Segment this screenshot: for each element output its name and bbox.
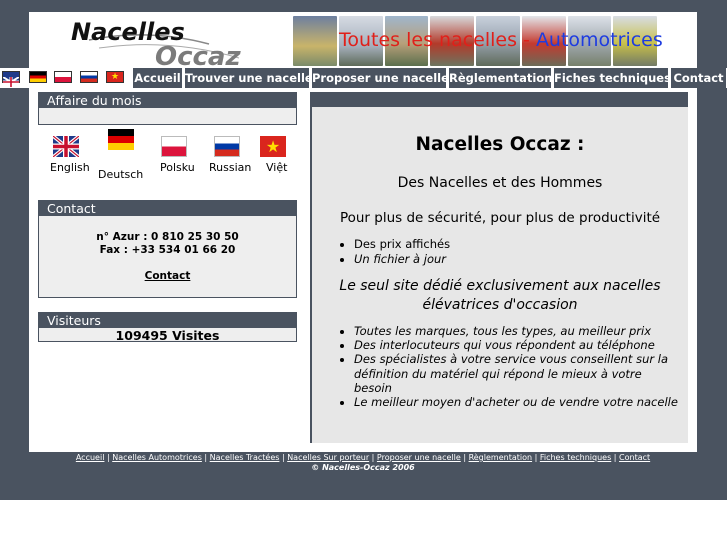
list-item-text: Des spécialistes à votre service vous co…: [354, 352, 668, 395]
main-content: Nacelles Occaz : Des Nacelles et des Hom…: [310, 107, 688, 443]
affaire-du-mois-title: Affaire du mois: [39, 93, 296, 108]
banner-tagline-part1: Toutes les nacelles -: [339, 29, 536, 51]
footer-separator: |: [201, 453, 210, 462]
language-english-label[interactable]: English: [50, 161, 90, 174]
list-item-text: Des interlocuteurs qui vous répondent au…: [354, 338, 655, 353]
affaire-du-mois-box: Affaire du mois: [38, 92, 297, 125]
footer-separator: |: [460, 453, 469, 462]
footer-link-tractees[interactable]: Nacelles Tractées: [210, 453, 280, 462]
list-item: Des spécialistes à votre service vous co…: [354, 352, 680, 395]
main-tagline: Pour plus de sécurité, pour plus de prod…: [339, 210, 661, 226]
nav-fiches-techniques[interactable]: Fiches techniques: [554, 68, 671, 88]
footer-link-fiches[interactable]: Fiches techniques: [540, 453, 611, 462]
flag-uk-icon[interactable]: [51, 134, 81, 159]
list-item: Des interlocuteurs qui vous répondent au…: [354, 338, 680, 352]
main-highlight: Le seul site dédié exclusivement aux nac…: [339, 278, 661, 313]
footer-link-reglementation[interactable]: Règlementation: [469, 453, 533, 462]
list-item-text: Un fichier à jour: [354, 252, 447, 266]
banner-tagline-part2: Automotrices: [535, 29, 663, 51]
visitors-box: Visiteurs 109495 Visites: [38, 312, 297, 343]
nav-trouver-nacelle[interactable]: Trouver une nacelle: [185, 68, 313, 88]
language-deutsch-label[interactable]: Deutsch: [98, 168, 143, 181]
list-item-text: Des prix affichés: [354, 237, 451, 251]
flag-russia-icon[interactable]: [80, 71, 98, 83]
flag-russia-icon[interactable]: [214, 136, 240, 157]
footer-link-contact[interactable]: Contact: [619, 453, 650, 462]
language-viet-label[interactable]: Việt: [266, 161, 287, 174]
flag-germany-icon[interactable]: [29, 71, 47, 83]
features-list-2: Toutes les marques, tous les types, au m…: [354, 324, 680, 409]
visitors-count: 109495 Visites: [115, 328, 220, 343]
list-item-text: Toutes les marques, tous les types, au m…: [354, 324, 652, 338]
flag-poland-icon[interactable]: [161, 136, 187, 157]
flag-poland-icon[interactable]: [54, 71, 72, 83]
footer-link-proposer[interactable]: Proposer une nacelle: [377, 453, 461, 462]
features-list-1: Des prix affichés Un fichier à jour: [354, 237, 674, 267]
contact-link[interactable]: Contact: [145, 270, 191, 282]
list-item: Toutes les marques, tous les types, au m…: [354, 324, 680, 338]
banner-tagline: Toutes les nacelles - Automotrices: [339, 29, 663, 51]
nav-reglementation[interactable]: Règlementation: [449, 68, 552, 88]
flag-germany-icon[interactable]: [108, 129, 134, 150]
list-item: Un fichier à jour: [354, 252, 674, 267]
flag-vietnam-icon[interactable]: ★: [106, 71, 124, 83]
nav-proposer-nacelle[interactable]: Proposer une nacelle: [312, 68, 449, 88]
flag-uk-icon[interactable]: [2, 71, 20, 88]
footer-separator: |: [532, 453, 540, 462]
list-item: Des prix affichés: [354, 237, 674, 252]
flag-uk-big-svg: [51, 134, 81, 159]
site-logo[interactable]: Nacelles Occaz: [69, 18, 259, 72]
flag-uk-svg: [2, 76, 20, 88]
nav-accueil[interactable]: Accueil: [133, 68, 182, 88]
flag-vietnam-icon[interactable]: ★: [260, 136, 286, 157]
contact-fax-number: Fax : +33 534 01 66 20: [99, 244, 236, 256]
nav-contact[interactable]: Contact: [671, 68, 726, 88]
list-item-text: Le meilleur moyen d'acheter ou de vendre…: [354, 395, 678, 410]
footer-link-automotrices[interactable]: Nacelles Automotrices: [112, 453, 202, 462]
footer-separator: |: [369, 453, 377, 462]
main-subheading: Des Nacelles et des Hommes: [397, 175, 603, 191]
footer-separator: |: [611, 453, 620, 462]
footer-link-sur-porteur[interactable]: Nacelles Sur porteur: [287, 453, 369, 462]
main-header-bar: [310, 92, 688, 107]
visitors-title: Visiteurs: [39, 313, 296, 328]
footer-links: Accueil | Nacelles Automotrices | Nacell…: [29, 453, 697, 462]
contact-link-wrap: Contact: [39, 270, 296, 282]
language-russian-label[interactable]: Russian: [209, 161, 251, 174]
footer-copyright: © Nacelles-Occaz 2006: [311, 463, 415, 472]
footer-link-accueil[interactable]: Accueil: [76, 453, 105, 462]
top-navigation: ★ Accueil Trouver une nacelle Proposer u…: [0, 68, 727, 88]
language-polsku-label[interactable]: Polsku: [160, 161, 195, 174]
list-item: Le meilleur moyen d'acheter ou de vendre…: [354, 395, 680, 409]
contact-title: Contact: [39, 201, 296, 216]
contact-box: Contact n° Azur : 0 810 25 30 50 Fax : +…: [38, 200, 297, 298]
contact-azur-number: n° Azur : 0 810 25 30 50: [96, 231, 239, 243]
main-heading: Nacelles Occaz :: [415, 134, 585, 155]
banner-photo-1: [293, 16, 337, 66]
